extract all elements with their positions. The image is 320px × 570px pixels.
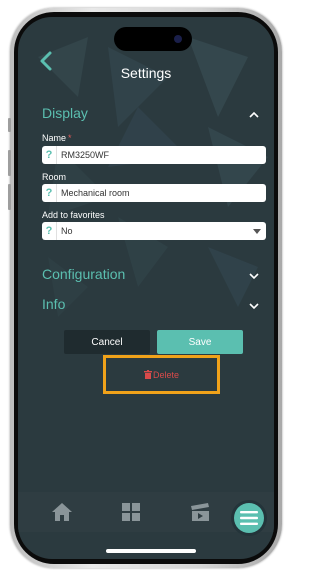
- section-display[interactable]: Display: [42, 105, 260, 125]
- help-icon[interactable]: ?: [42, 184, 57, 202]
- section-info-label: Info: [42, 296, 66, 312]
- phone-side-button: [8, 150, 11, 176]
- chevron-down-icon: [249, 273, 259, 280]
- save-button[interactable]: Save: [157, 330, 243, 354]
- room-label: Room: [42, 172, 67, 182]
- name-label: Name *: [42, 133, 72, 143]
- section-display-label: Display: [42, 105, 88, 121]
- home-indicator: [106, 549, 196, 553]
- grid-icon: [122, 503, 140, 521]
- menu-fab-button[interactable]: [234, 503, 264, 533]
- caret-down-icon: [253, 229, 261, 234]
- section-configuration-label: Configuration: [42, 266, 126, 282]
- front-camera: [174, 35, 182, 43]
- required-mark: *: [68, 133, 72, 143]
- nav-home[interactable]: [50, 500, 74, 524]
- cancel-button[interactable]: Cancel: [64, 330, 150, 354]
- clapperboard-icon: [191, 503, 209, 521]
- background-pattern: [38, 37, 268, 317]
- favorites-value: No: [61, 226, 73, 236]
- chevron-down-icon: [249, 303, 259, 310]
- help-icon[interactable]: ?: [42, 146, 57, 164]
- nav-grid[interactable]: [119, 500, 143, 524]
- favorites-label: Add to favorites: [42, 210, 105, 220]
- chevron-up-icon: [249, 111, 259, 118]
- room-value: Mechanical room: [61, 188, 130, 198]
- phone-side-button: [8, 118, 11, 132]
- phone-side-button: [8, 184, 11, 210]
- name-field[interactable]: ? RM3250WF: [42, 146, 266, 164]
- camera-notch: [114, 27, 192, 51]
- favorites-select[interactable]: ? No: [42, 222, 266, 240]
- section-info[interactable]: Info: [42, 296, 260, 316]
- home-icon: [52, 503, 72, 521]
- focus-highlight: [103, 355, 220, 394]
- page-title: Settings: [120, 65, 172, 81]
- nav-scenes[interactable]: [188, 500, 212, 524]
- menu-icon: [240, 511, 258, 525]
- name-value: RM3250WF: [61, 150, 110, 160]
- help-icon[interactable]: ?: [42, 222, 57, 240]
- app-screen: Settings Display Name * ? RM3250WF Room ?…: [18, 17, 274, 559]
- room-field[interactable]: ? Mechanical room: [42, 184, 266, 202]
- section-configuration[interactable]: Configuration: [42, 266, 260, 286]
